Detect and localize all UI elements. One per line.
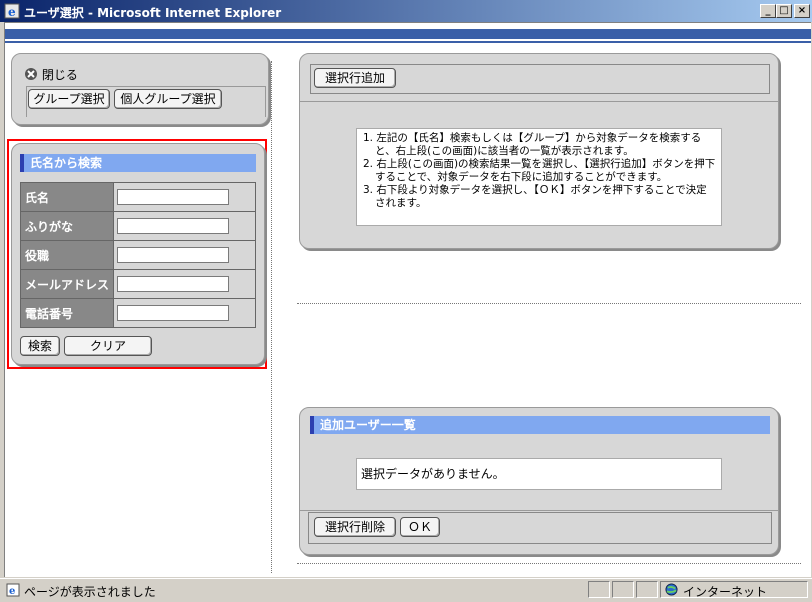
- name-cell: [113, 182, 256, 212]
- instructions-box: 1. 左記の【氏名】検索もしくは【グループ】から対象データを検索すると、右上段(…: [356, 128, 722, 226]
- furigana-input[interactable]: [117, 218, 229, 234]
- status-cell-1: [588, 581, 610, 598]
- clear-button[interactable]: クリア: [64, 336, 152, 356]
- status-cell-2: [612, 581, 634, 598]
- name-input[interactable]: [117, 189, 229, 205]
- ok-button[interactable]: ＯＫ: [400, 517, 440, 537]
- globe-icon: [665, 583, 678, 596]
- form-row-name: 氏名: [20, 182, 256, 212]
- right-top-panel: 選択行追加 1. 左記の【氏名】検索もしくは【グループ】から対象データを検索する…: [299, 53, 779, 249]
- search-panel: 氏名から検索 氏名 ふりがな 役職 メールアドレス 電話番号 検索 クリア: [11, 143, 265, 365]
- right-bottom-panel: 追加ユーザー一覧 選択データがありません。 選択行削除 ＯＫ: [299, 407, 779, 555]
- instruction-2: 2. 右上段(この画面)の検索結果一覧を選択し、【選択行追加】ボタンを押下するこ…: [363, 158, 716, 183]
- ie-icon: e: [4, 3, 20, 19]
- zone-cell: インターネット: [660, 581, 808, 599]
- close-link[interactable]: 閉じる: [24, 66, 78, 83]
- instruction-1: 1. 左記の【氏名】検索もしくは【グループ】から対象データを検索すると、右上段(…: [363, 132, 702, 157]
- furigana-cell: [113, 211, 256, 241]
- form-row-position: 役職: [20, 240, 256, 270]
- form-row-email: メールアドレス: [20, 269, 256, 299]
- minimize-button[interactable]: _: [760, 4, 776, 18]
- phone-label: 電話番号: [20, 298, 114, 328]
- email-cell: [113, 269, 256, 299]
- search-header: 氏名から検索: [20, 154, 256, 172]
- form-row-phone: 電話番号: [20, 298, 256, 328]
- position-input[interactable]: [117, 247, 229, 263]
- zone-label: インターネット: [683, 585, 768, 599]
- left-top-panel: 閉じる グループ選択 個人グループ選択: [11, 53, 269, 125]
- email-label: メールアドレス: [20, 269, 114, 299]
- status-cell-3: [636, 581, 658, 598]
- delete-selected-row-button[interactable]: 選択行削除: [314, 517, 396, 537]
- window-title: ユーザ選択 - Microsoft Internet Explorer: [24, 6, 282, 20]
- phone-input[interactable]: [117, 305, 229, 321]
- right-bottom-divider: [300, 510, 778, 511]
- group-select-button[interactable]: グループ選択: [28, 89, 110, 109]
- close-label: 閉じる: [41, 68, 78, 82]
- position-cell: [113, 240, 256, 270]
- close-circle-icon: [25, 68, 37, 80]
- phone-cell: [113, 298, 256, 328]
- right-separator-top: [297, 303, 801, 304]
- form-row-furigana: ふりがな: [20, 211, 256, 241]
- position-label: 役職: [20, 240, 114, 270]
- title-bar: e ユーザ選択 - Microsoft Internet Explorer _ …: [0, 0, 812, 22]
- furigana-label: ふりがな: [20, 211, 114, 241]
- status-message: ページが表示されました: [24, 585, 156, 599]
- added-users-header: 追加ユーザー一覧: [310, 416, 770, 434]
- email-input[interactable]: [117, 276, 229, 292]
- right-top-divider: [300, 101, 778, 102]
- right-separator-bottom: [297, 563, 801, 564]
- column-separator: [271, 61, 272, 573]
- close-window-button[interactable]: ×: [794, 4, 810, 18]
- page-content: 閉じる グループ選択 個人グループ選択 氏名から検索 氏名 ふりがな 役職 メー…: [4, 22, 811, 577]
- name-label: 氏名: [20, 182, 114, 212]
- search-form: 氏名 ふりがな 役職 メールアドレス 電話番号: [20, 182, 256, 328]
- search-button[interactable]: 検索: [20, 336, 60, 356]
- maximize-button[interactable]: □: [776, 4, 792, 18]
- svg-text:e: e: [8, 5, 16, 19]
- header-band-line: [5, 41, 811, 43]
- status-bar: e ページが表示されました インターネット: [0, 578, 812, 602]
- header-band: [5, 29, 811, 39]
- page-icon: e: [6, 583, 20, 597]
- svg-text:e: e: [9, 586, 15, 597]
- empty-message: 選択データがありません。: [356, 458, 722, 490]
- personal-group-select-button[interactable]: 個人グループ選択: [114, 89, 222, 109]
- instruction-3: 3. 右下段より対象データを選択し、【ＯＫ】ボタンを押下することで決定されます。: [363, 184, 707, 209]
- add-selected-row-button[interactable]: 選択行追加: [314, 68, 396, 88]
